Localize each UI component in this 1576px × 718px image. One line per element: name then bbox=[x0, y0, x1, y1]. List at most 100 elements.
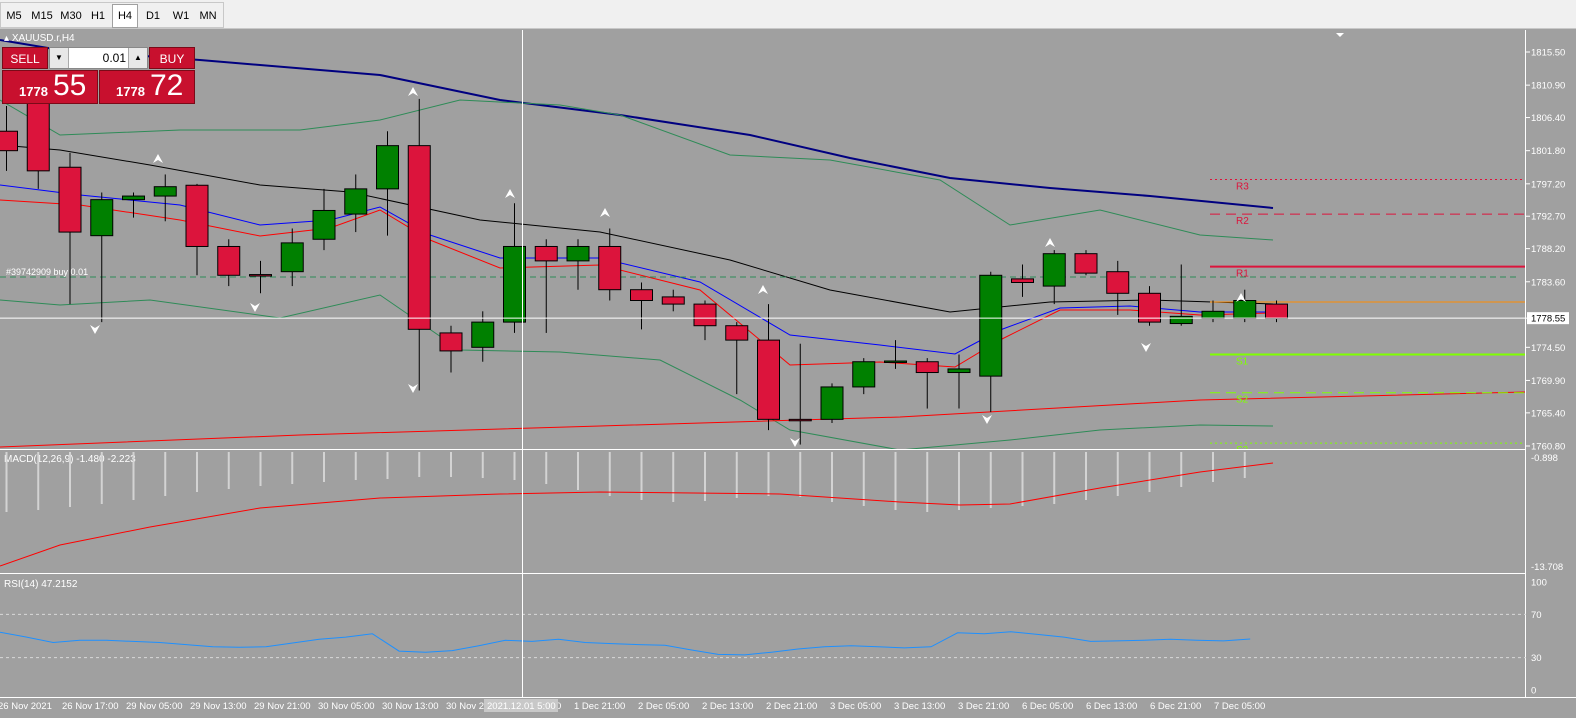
sell-button[interactable]: SELL bbox=[2, 47, 48, 69]
one-click-trading-panel: SELL ▼ 0.01 ▲ BUY 1778 55 1778 72 bbox=[2, 47, 195, 105]
time-axis-label: 30 Nov 2 bbox=[446, 701, 484, 712]
lot-input[interactable]: 0.01 bbox=[70, 48, 126, 68]
time-axis-label: 30 Nov 05:00 bbox=[318, 701, 375, 712]
bear-candle-body bbox=[630, 289, 653, 302]
tf-h4[interactable]: H4 bbox=[112, 4, 138, 28]
bull-candle-body bbox=[979, 274, 1003, 377]
rsi-axis-label: 70 bbox=[1531, 610, 1542, 621]
price-axis-label: 1797.20 bbox=[1531, 179, 1565, 190]
price-axis-label: 1760.80 bbox=[1531, 442, 1565, 453]
crosshair-time-label: 2021.12.01 5:00 bbox=[487, 701, 556, 712]
buy-button[interactable]: BUY bbox=[149, 47, 195, 69]
tf-h1[interactable]: H1 bbox=[86, 5, 110, 27]
lot-increase-icon[interactable]: ▲ bbox=[128, 48, 147, 68]
lot-size-field: ▼ 0.01 ▲ bbox=[49, 47, 148, 69]
bull-candle-body bbox=[852, 361, 876, 388]
rsi-axis-label: 0 bbox=[1531, 686, 1536, 697]
bear-candle-body bbox=[217, 245, 241, 276]
buy-price-main: 72 bbox=[150, 69, 184, 102]
bull-candle-body bbox=[1169, 315, 1193, 325]
time-axis-label: 6 Dec 13:00 bbox=[1086, 701, 1137, 712]
bear-candle-body bbox=[0, 130, 18, 152]
price-axis-label: 1792.70 bbox=[1531, 212, 1565, 223]
sell-price-prefix: 1778 bbox=[19, 84, 48, 99]
bull-candle-body bbox=[820, 386, 844, 420]
price-axis-label: 1806.40 bbox=[1531, 113, 1565, 124]
price-axis-label: 1769.90 bbox=[1531, 376, 1565, 387]
bear-candle-body bbox=[1106, 271, 1130, 294]
pivot-label-s1: S1 bbox=[1236, 357, 1249, 368]
bear-candle-body bbox=[915, 361, 939, 374]
time-axis-label: 26 Nov 17:00 bbox=[62, 701, 119, 712]
candle bbox=[1265, 300, 1288, 323]
bear-candle-body bbox=[788, 418, 812, 422]
order-line-label: #39742909 buy 0.01 bbox=[6, 267, 88, 277]
time-axis-label: 30 Nov 13:00 bbox=[382, 701, 439, 712]
time-axis-label: 6 Dec 05:00 bbox=[1022, 701, 1073, 712]
bear-candle-body bbox=[1265, 303, 1288, 320]
macd-axis-top: -0.898 bbox=[1531, 453, 1558, 464]
bear-candle-body bbox=[598, 245, 622, 291]
price-axis-label: 1774.50 bbox=[1531, 343, 1565, 354]
price-chart[interactable]: #39742909 buy 0.01R3R2R1PPS1S2S3 MACD(12… bbox=[0, 30, 1576, 718]
price-axis-label: 1810.90 bbox=[1531, 81, 1565, 92]
tf-mn[interactable]: MN bbox=[195, 5, 221, 27]
price-axis-label: 1801.80 bbox=[1531, 146, 1565, 157]
bear-candle-body bbox=[439, 332, 463, 352]
collapse-triangle-icon[interactable]: ▴ bbox=[4, 33, 9, 44]
time-axis-label: 1 Dec 21:00 bbox=[574, 701, 625, 712]
buy-price-prefix: 1778 bbox=[116, 84, 145, 99]
time-axis-label: 29 Nov 21:00 bbox=[254, 701, 311, 712]
tf-w1[interactable]: W1 bbox=[168, 5, 194, 27]
time-axis-label: 3 Dec 21:00 bbox=[958, 701, 1009, 712]
candle bbox=[820, 383, 844, 423]
bull-candle-body bbox=[1042, 253, 1066, 287]
tf-m5[interactable]: M5 bbox=[2, 5, 26, 27]
rsi-axis-label: 100 bbox=[1531, 578, 1547, 589]
bull-candle-body bbox=[312, 209, 336, 240]
bear-candle-body bbox=[1074, 253, 1098, 274]
bear-candle-body bbox=[725, 325, 749, 341]
bull-candle-body bbox=[471, 321, 495, 348]
bull-candle-body bbox=[90, 199, 114, 237]
bear-candle-body bbox=[407, 145, 431, 330]
bear-candle-body bbox=[757, 339, 780, 420]
bear-candle-body bbox=[58, 166, 82, 233]
bull-candle-body bbox=[376, 145, 399, 190]
bull-candle-body bbox=[280, 242, 304, 273]
sell-price-main: 55 bbox=[53, 69, 87, 102]
bear-candle-body bbox=[185, 184, 209, 247]
tf-m15[interactable]: M15 bbox=[28, 5, 56, 27]
lot-decrease-icon[interactable]: ▼ bbox=[50, 48, 69, 68]
timeframe-group: M5 M15 M30 H1 H4 D1 W1 MN bbox=[0, 2, 224, 28]
rsi-label: RSI(14) 47.2152 bbox=[4, 579, 78, 590]
bear-candle-body bbox=[661, 296, 685, 305]
bull-candle-body bbox=[947, 368, 971, 374]
macd-axis-bottom: -13.708 bbox=[1531, 562, 1563, 573]
pivot-label-r1: R1 bbox=[1236, 269, 1249, 280]
bear-candle-body bbox=[534, 245, 558, 262]
time-axis-label: 26 Nov 2021 bbox=[0, 701, 52, 712]
rsi-axis-label: 30 bbox=[1531, 653, 1542, 664]
time-axis-label: 6 Dec 21:00 bbox=[1150, 701, 1201, 712]
bear-candle-body bbox=[249, 274, 272, 277]
tf-d1[interactable]: D1 bbox=[140, 5, 166, 27]
price-axis-label: 1778.55 bbox=[1531, 314, 1565, 325]
pivot-label-r3: R3 bbox=[1236, 181, 1249, 192]
bull-candle-body bbox=[122, 195, 145, 201]
sell-price[interactable]: 1778 55 bbox=[2, 69, 98, 104]
price-axis-label: 1783.60 bbox=[1531, 277, 1565, 288]
time-axis-label: 2 Dec 13:00 bbox=[702, 701, 753, 712]
buy-price[interactable]: 1778 72 bbox=[99, 69, 195, 104]
price-axis-label: 1765.40 bbox=[1531, 408, 1565, 419]
candle bbox=[1074, 250, 1098, 276]
bull-candle-body bbox=[1233, 300, 1257, 320]
time-axis-label: 3 Dec 13:00 bbox=[894, 701, 945, 712]
tf-m30[interactable]: M30 bbox=[57, 5, 85, 27]
pivot-label-r2: R2 bbox=[1236, 216, 1249, 227]
time-axis-label: 2 Dec 05:00 bbox=[638, 701, 689, 712]
bear-candle-body bbox=[26, 94, 50, 172]
bull-candle-body bbox=[344, 188, 368, 215]
bear-candle-body bbox=[693, 303, 717, 327]
timeframe-toolbar: M5 M15 M30 H1 H4 D1 W1 MN bbox=[0, 0, 1576, 29]
